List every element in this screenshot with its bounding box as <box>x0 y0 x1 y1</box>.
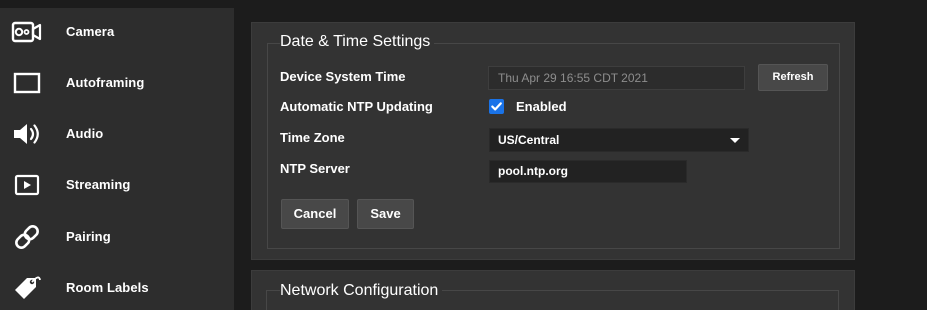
checkmark-icon <box>491 102 502 111</box>
tag-icon <box>10 264 44 310</box>
sidebar-item-camera[interactable]: Camera <box>0 8 234 56</box>
sidebar-item-label: Autoframing <box>66 75 145 90</box>
frame-icon <box>10 59 44 107</box>
sidebar-item-label: Room Labels <box>66 280 149 295</box>
play-icon <box>10 161 44 209</box>
sidebar-item-label: Streaming <box>66 177 131 192</box>
time-zone-select[interactable]: US/Central <box>489 128 749 152</box>
sidebar-item-streaming[interactable]: Streaming <box>0 161 234 209</box>
cancel-button[interactable]: Cancel <box>281 199 349 229</box>
link-icon <box>10 213 44 261</box>
device-time-label: Device System Time <box>280 69 406 84</box>
refresh-button[interactable]: Refresh <box>758 64 828 91</box>
sidebar-item-audio[interactable]: Audio <box>0 110 234 158</box>
sidebar-item-autoframing[interactable]: Autoframing <box>0 59 234 107</box>
sidebar-item-room-labels[interactable]: Room Labels <box>0 264 234 310</box>
ntp-enabled-checkbox[interactable] <box>489 99 504 114</box>
ntp-updating-label: Automatic NTP Updating <box>280 99 433 114</box>
time-zone-value: US/Central <box>498 133 560 147</box>
sidebar-item-label: Camera <box>66 24 115 39</box>
network-title: Network Configuration <box>280 281 443 301</box>
speaker-icon <box>10 110 44 158</box>
device-time-field: Thu Apr 29 16:55 CDT 2021 <box>488 66 745 90</box>
sidebar-item-pairing[interactable]: Pairing <box>0 213 234 261</box>
ntp-server-label: NTP Server <box>280 161 350 176</box>
sidebar: Camera Autoframing Audio Streaming Pairi… <box>0 8 234 310</box>
sidebar-item-label: Audio <box>66 126 104 141</box>
ntp-enabled-label[interactable]: Enabled <box>516 99 567 115</box>
date-time-title: Date & Time Settings <box>280 32 435 52</box>
sidebar-item-label: Pairing <box>66 229 111 244</box>
save-button[interactable]: Save <box>357 199 414 229</box>
app-window: Camera Autoframing Audio Streaming Pairi… <box>0 0 927 310</box>
chevron-down-icon <box>730 138 740 143</box>
ntp-server-input[interactable]: pool.ntp.org <box>489 160 687 183</box>
camera-icon <box>10 8 44 56</box>
time-zone-label: Time Zone <box>280 130 345 145</box>
